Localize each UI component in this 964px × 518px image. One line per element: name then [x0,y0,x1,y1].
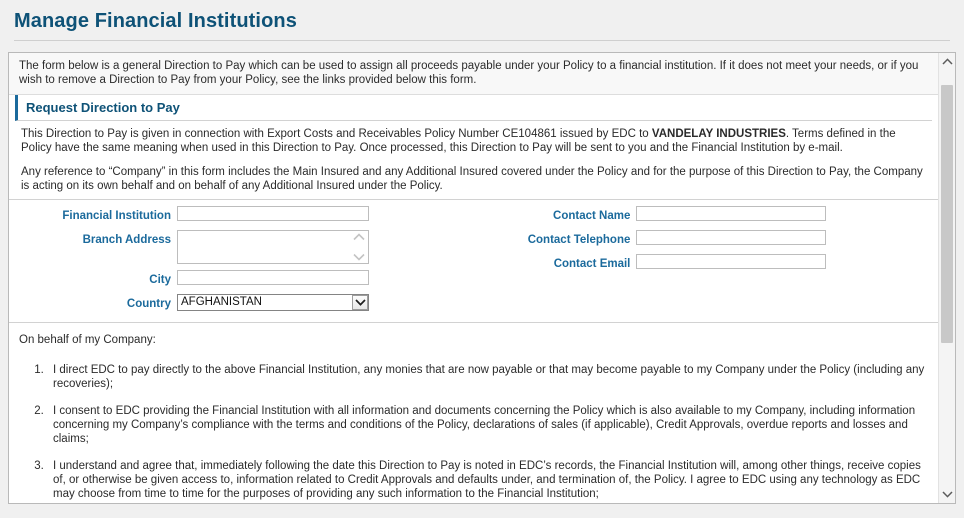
contact-email-input[interactable] [636,254,827,269]
label-contact-email: Contact Email [553,258,631,270]
label-contact-telephone: Contact Telephone [527,234,631,246]
scrollbar-thumb[interactable] [941,85,953,343]
paragraph-policy-reference: This Direction to Pay is given in connec… [21,127,926,155]
label-branch-address: Branch Address [82,234,171,246]
page-header: Manage Financial Institutions [0,0,964,34]
title-divider [14,40,950,41]
vertical-scrollbar[interactable] [938,53,955,503]
scrollbar-down-button[interactable] [939,486,955,503]
branch-address-wrapper [177,230,369,264]
contact-name-input[interactable] [636,206,827,221]
page-title: Manage Financial Institutions [14,10,297,32]
chevron-down-icon [941,491,953,498]
section-header-request-direction-to-pay: Request Direction to Pay [15,95,932,121]
city-input[interactable] [177,270,369,285]
country-select-wrapper[interactable]: AFGHANISTAN [177,294,369,311]
field-row-contact-telephone: Contact Telephone [482,230,938,248]
form-column-left: Financial Institution Branch Address Cit… [9,206,482,318]
form-panel-content: The form below is a general Direction to… [9,53,938,503]
form-column-right: Contact Name Contact Telephone Contact E… [482,206,938,318]
field-row-contact-email: Contact Email [482,254,938,272]
institution-form: Financial Institution Branch Address Cit… [9,199,938,318]
policy-paragraphs: This Direction to Pay is given in connec… [9,121,938,199]
scrollbar-up-button[interactable] [939,53,955,70]
country-select-arrow-button[interactable] [352,295,368,310]
intro-note: The form below is a general Direction to… [9,53,938,95]
terms-list-item: I consent to EDC providing the Financial… [47,404,926,446]
field-row-financial-institution: Financial Institution [9,206,482,224]
section-title: Request Direction to Pay [26,100,180,115]
chevron-up-icon [941,58,953,65]
field-row-city: City [9,270,482,288]
form-panel: The form below is a general Direction to… [8,52,956,504]
field-row-contact-name: Contact Name [482,206,938,224]
field-row-country: Country AFGHANISTAN [9,294,482,312]
field-row-branch-address: Branch Address [9,230,482,264]
label-city: City [149,274,171,286]
country-select[interactable]: AFGHANISTAN [177,294,369,311]
terms-list-item: I direct EDC to pay directly to the abov… [47,363,926,391]
label-country: Country [126,298,171,310]
terms-intro: On behalf of my Company: [19,334,156,346]
financial-institution-input[interactable] [177,206,369,221]
paragraph-company-definition: Any reference to “Company” in this form … [21,166,923,192]
terms-list: I direct EDC to pay directly to the abov… [19,363,926,503]
terms-list-item: I understand and agree that, immediately… [47,459,926,501]
branch-address-textarea[interactable] [177,230,369,264]
paragraph-1-lead: This Direction to Pay is given in connec… [21,128,652,140]
chevron-down-icon [354,299,366,306]
contact-telephone-input[interactable] [636,230,827,245]
terms-section: On behalf of my Company: I direct EDC to… [9,323,938,503]
label-contact-name: Contact Name [553,210,631,222]
label-financial-institution: Financial Institution [62,210,171,222]
insured-company-name: VANDELAY INDUSTRIES [651,128,786,140]
